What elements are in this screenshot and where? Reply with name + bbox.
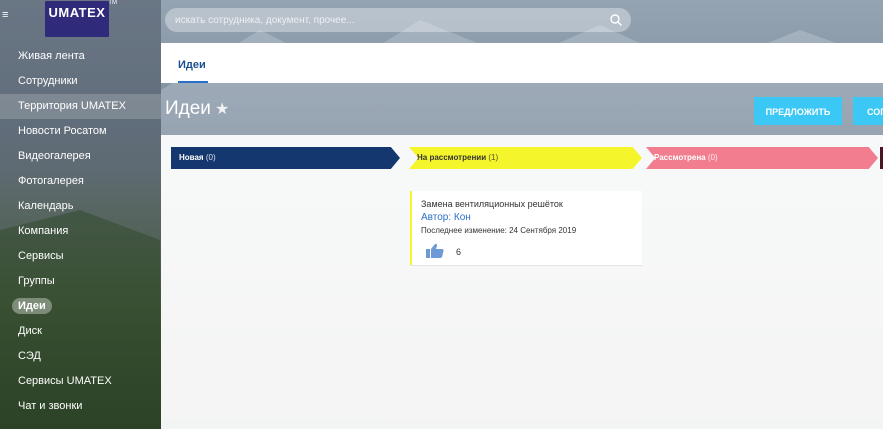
sidebar-item-label: Новости Росатом — [18, 125, 107, 137]
sidebar-item-groups[interactable]: Группы — [0, 269, 161, 294]
sidebar-item-ideas[interactable]: Идеи — [0, 294, 161, 319]
menu-icon[interactable]: ≡ — [2, 10, 11, 21]
sidebar-item-services[interactable]: Сервисы — [0, 244, 161, 269]
sidebar-item-label: Идеи — [12, 298, 52, 314]
second-button[interactable]: СОГ — [853, 97, 883, 125]
page-title-text: Идеи — [165, 98, 211, 119]
card-modified: Последнее изменение: 24 Сентября 2019 — [421, 226, 577, 235]
tab-underline — [178, 81, 208, 83]
idea-card[interactable]: Замена вентиляционных решёток Автор: Кон… — [410, 191, 642, 265]
search-bar — [165, 8, 631, 32]
sidebar-item-label: Диск — [18, 325, 42, 337]
sidebar-item-label: Календарь — [18, 200, 74, 212]
tab-ideas[interactable]: Идеи — [178, 59, 206, 71]
stage-count: (0) — [205, 153, 216, 162]
sidebar-item-label: Группы — [18, 275, 55, 287]
like-count: 6 — [456, 247, 462, 257]
stage-count: (1) — [488, 153, 499, 162]
propose-button[interactable]: ПРЕДЛОЖИТЬ — [754, 97, 842, 125]
stage-label: На рассмотрении — [417, 153, 487, 162]
sidebar-item-label: СЭД — [18, 350, 41, 362]
logo-text: UMATEX — [48, 5, 106, 20]
sidebar-item-label: Сервисы — [18, 250, 64, 262]
stage-label: Рассмотрена — [654, 153, 706, 162]
search-icon[interactable] — [609, 13, 623, 27]
sidebar-item-label: Территория UMATEX — [18, 100, 126, 112]
sidebar-item-label: Сотрудники — [18, 75, 78, 87]
star-icon[interactable]: ★ — [215, 101, 229, 118]
stage-count: (0) — [707, 153, 718, 162]
sidebar-item-disk[interactable]: Диск — [0, 319, 161, 344]
logo[interactable]: UMATEX TM — [45, 0, 117, 37]
sidebar: ≡ UMATEX TM Живая лента Сотрудники Терри… — [0, 0, 161, 429]
sidebar-item-live-feed[interactable]: Живая лента — [0, 44, 161, 69]
sidebar-item-label: Фотогалерея — [18, 175, 84, 187]
sidebar-item-employees[interactable]: Сотрудники — [0, 69, 161, 94]
stage-new[interactable]: Новая (0) — [171, 147, 400, 169]
sidebar-item-news[interactable]: Новости Росатом — [0, 119, 161, 144]
like-icon[interactable] — [425, 243, 445, 259]
sidebar-item-sed[interactable]: СЭД — [0, 344, 161, 369]
sidebar-item-territory[interactable]: Территория UMATEX — [0, 94, 161, 119]
sidebar-item-label: Сервисы UMATEX — [18, 375, 112, 387]
sidebar-item-calendar[interactable]: Календарь — [0, 194, 161, 219]
page-title: Идеи ★ — [165, 98, 229, 120]
card-title[interactable]: Замена вентиляционных решёток — [421, 199, 563, 209]
sidebar-nav: Живая лента Сотрудники Территория UMATEX… — [0, 44, 161, 419]
sidebar-item-chat[interactable]: Чат и звонки — [0, 394, 161, 419]
stage-done[interactable]: Рассмотрена (0) — [646, 147, 878, 169]
search-input[interactable] — [165, 8, 605, 32]
sidebar-item-label: Компания — [18, 225, 69, 237]
card-author[interactable]: Автор: Кон — [421, 212, 471, 223]
kanban-panel — [161, 135, 883, 429]
sidebar-item-umatex-services[interactable]: Сервисы UMATEX — [0, 369, 161, 394]
sidebar-item-label: Чат и звонки — [18, 400, 83, 412]
sidebar-item-label: Живая лента — [18, 50, 85, 62]
stage-label: Новая — [179, 153, 204, 162]
sidebar-item-label: Видеогалерея — [18, 150, 91, 162]
sidebar-item-company[interactable]: Компания — [0, 219, 161, 244]
sidebar-item-photo[interactable]: Фотогалерея — [0, 169, 161, 194]
sidebar-item-video[interactable]: Видеогалерея — [0, 144, 161, 169]
tab-bar: Идеи — [161, 43, 883, 83]
stage-review[interactable]: На рассмотрении (1) — [409, 147, 642, 169]
logo-tm: TM — [108, 0, 117, 6]
